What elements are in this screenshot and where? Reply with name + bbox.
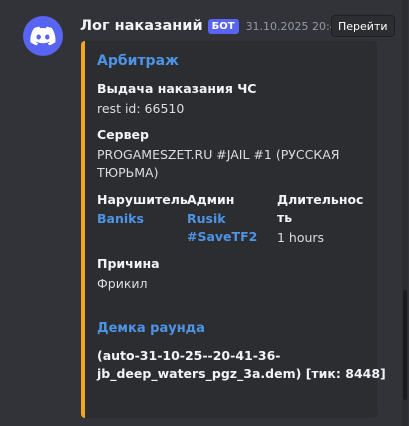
reason-field-value: Фрикил — [97, 276, 148, 291]
go-to-message-button[interactable]: Перейти — [331, 15, 395, 37]
reason-field-name: Причина — [97, 256, 160, 271]
offender-field-name: Нарушитель — [97, 192, 188, 207]
embed-title[interactable]: Арбитраж — [97, 53, 179, 69]
message-header: Лог наказаний БОТ 31.10.2025 20:43 — [80, 16, 344, 36]
admin-field-name: Админ — [187, 192, 235, 207]
duration-field-value: 1 hours — [277, 230, 325, 245]
admin-tag-link[interactable]: #SaveTF2 — [187, 228, 257, 246]
offender-link[interactable]: Baniks — [97, 210, 144, 228]
username[interactable]: Лог наказаний — [80, 18, 203, 34]
demo-field-value-line1: (auto-31-10-25--20-41-36- — [97, 348, 281, 363]
scrollbar-thumb[interactable] — [403, 290, 407, 400]
chat-message: Лог наказаний БОТ 31.10.2025 20:43 Перей… — [0, 0, 409, 426]
server-field-name: Сервер — [97, 127, 149, 142]
admin-link[interactable]: Rusik — [187, 210, 226, 228]
punishment-field-name: Выдача наказания ЧС — [97, 81, 257, 96]
bot-avatar[interactable] — [23, 16, 63, 56]
server-field-value-line1: PROGAMESZET.RU #JAIL #1 (РУССКАЯ — [97, 147, 340, 162]
demo-field-value-line2: jb_deep_waters_pgz_3a.dem) [тик: 8448] — [97, 366, 386, 381]
bot-badge: БОТ — [207, 18, 239, 34]
demo-field-name-link[interactable]: Демка раунда — [97, 320, 205, 338]
duration-field-name-line2: ть — [277, 210, 293, 225]
discord-logo-icon — [30, 26, 56, 46]
timestamp: 31.10.2025 20:43 — [245, 19, 344, 33]
duration-field-name-line1: Длительнос — [277, 192, 364, 207]
server-field-value-line2: ТЮРЬМА) — [97, 165, 159, 180]
punishment-field-value: rest id: 66510 — [97, 101, 185, 116]
embed: Арбитраж Выдача наказания ЧС rest id: 66… — [81, 41, 386, 418]
